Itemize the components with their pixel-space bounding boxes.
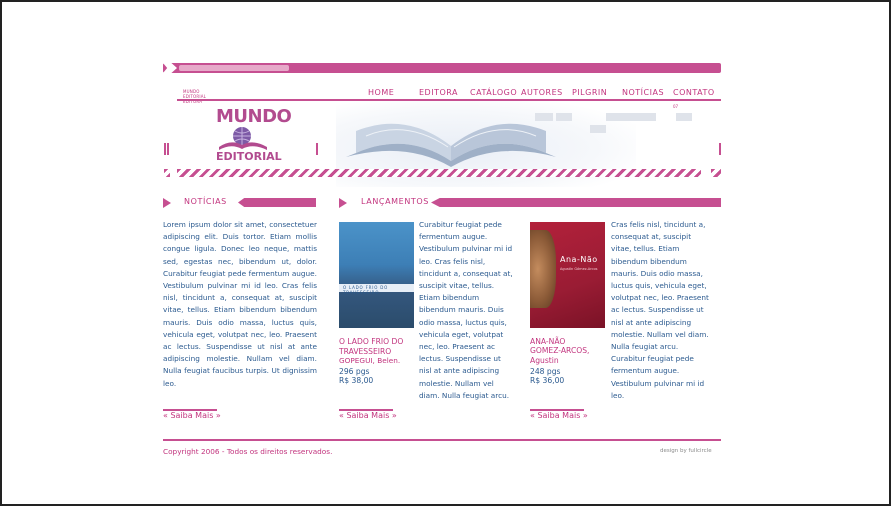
footer-line: [163, 439, 721, 441]
globe-book-icon: [219, 127, 267, 150]
book2-price: R$ 36,00: [530, 376, 565, 385]
logo-editorial[interactable]: EDITORIAL: [216, 150, 282, 163]
nav-contato[interactable]: CONTATO: [673, 88, 715, 97]
nav-num: 07: [673, 104, 679, 109]
logo-mundo[interactable]: MUNDO: [216, 106, 292, 127]
book2-description: Cras felis nisl, tincidunt a, consequat …: [611, 220, 709, 400]
nav-catalogo[interactable]: CATÁLOGO: [470, 88, 517, 97]
book1-author: GOPEGUI, Belen.: [339, 356, 401, 365]
blur: [590, 125, 606, 133]
book2-author: GOMEZ-ARCOS, Agustin: [530, 346, 590, 365]
noticias-bar: [238, 198, 316, 207]
book1-price: R$ 38,00: [339, 376, 374, 385]
book1-description: Curabitur feugiat pede fermentum augue. …: [419, 220, 513, 400]
blur: [676, 113, 692, 121]
noticias-arrow-icon: [163, 198, 171, 208]
book-cover-ana-nao[interactable]: Ana-Não Agustín Gómez-Arcos: [530, 222, 605, 328]
design-credit[interactable]: design by fullcircle: [660, 448, 712, 454]
nav-noticias[interactable]: NOTÍCIAS: [622, 88, 664, 97]
book2-saiba-mais-link[interactable]: « Saiba Mais »: [530, 411, 588, 420]
noticias-saiba-mais-link[interactable]: « Saiba Mais »: [163, 411, 221, 420]
tagline: MUNDO EDITORIAL EDITORA: [183, 89, 207, 104]
hatch-strip: [164, 169, 170, 177]
hatch-strip: [711, 169, 721, 177]
blur: [556, 113, 572, 121]
copyright-text: Copyright 2006 - Todos os direitos reser…: [163, 447, 333, 456]
underline: [163, 409, 217, 411]
top-bar: [163, 63, 721, 73]
blur: [606, 113, 656, 121]
divider: [316, 143, 318, 155]
divider: [167, 143, 169, 155]
nav-editora[interactable]: EDITORA: [419, 88, 458, 97]
divider: [719, 143, 721, 155]
noticias-text: Lorem ipsum dolor sit amet, consectetuer…: [163, 220, 317, 388]
book-cover-o-lado-frio[interactable]: O LADO FRIO DO TRAVESSEIRO: [339, 222, 414, 328]
divider: [164, 143, 166, 155]
nav-autores[interactable]: AUTORES: [521, 88, 563, 97]
lancamentos-arrow-icon: [339, 198, 347, 208]
nav-pilgrin[interactable]: PILGRIN: [572, 88, 607, 97]
nav-home[interactable]: HOME: [368, 88, 394, 97]
book1-saiba-mais-link[interactable]: « Saiba Mais »: [339, 411, 397, 420]
blur: [535, 113, 553, 121]
book1-title[interactable]: O LADO FRIO DO TRAVESSEIRO: [339, 337, 419, 356]
hatch-strip: [177, 169, 701, 177]
lancamentos-bar: [431, 198, 721, 207]
